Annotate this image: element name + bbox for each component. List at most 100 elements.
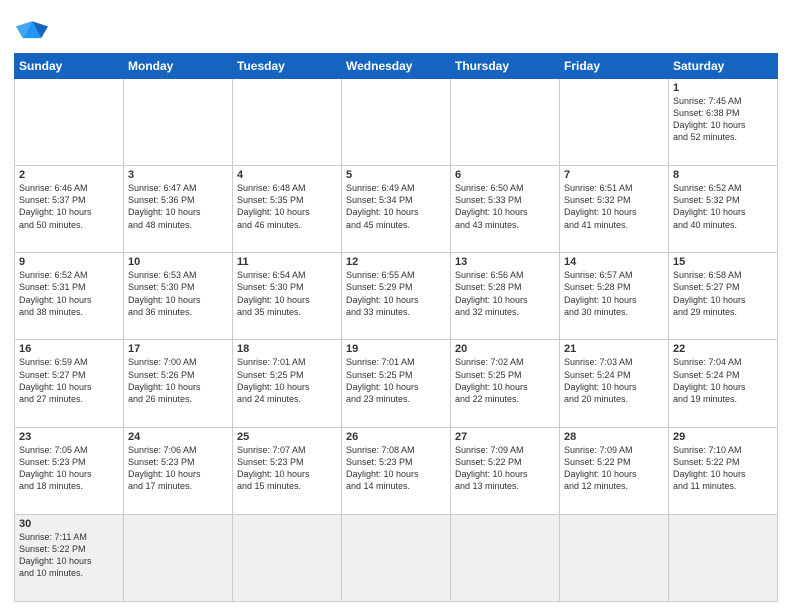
day-number: 23 [19, 431, 119, 443]
calendar-cell: 10Sunrise: 6:53 AM Sunset: 5:30 PM Dayli… [124, 253, 233, 340]
week-row-6: 30Sunrise: 7:11 AM Sunset: 5:22 PM Dayli… [15, 514, 778, 601]
calendar-cell [560, 79, 669, 166]
day-info: Sunrise: 7:05 AM Sunset: 5:23 PM Dayligh… [19, 444, 119, 493]
day-number: 9 [19, 256, 119, 268]
calendar-cell: 27Sunrise: 7:09 AM Sunset: 5:22 PM Dayli… [451, 427, 560, 514]
week-row-4: 16Sunrise: 6:59 AM Sunset: 5:27 PM Dayli… [15, 340, 778, 427]
calendar-cell: 25Sunrise: 7:07 AM Sunset: 5:23 PM Dayli… [233, 427, 342, 514]
calendar-cell: 14Sunrise: 6:57 AM Sunset: 5:28 PM Dayli… [560, 253, 669, 340]
day-info: Sunrise: 7:08 AM Sunset: 5:23 PM Dayligh… [346, 444, 446, 493]
calendar-cell: 4Sunrise: 6:48 AM Sunset: 5:35 PM Daylig… [233, 166, 342, 253]
day-info: Sunrise: 7:11 AM Sunset: 5:22 PM Dayligh… [19, 531, 119, 580]
calendar-cell [560, 514, 669, 601]
calendar-cell: 29Sunrise: 7:10 AM Sunset: 5:22 PM Dayli… [669, 427, 778, 514]
day-number: 8 [673, 169, 773, 181]
day-info: Sunrise: 7:45 AM Sunset: 6:38 PM Dayligh… [673, 95, 773, 144]
calendar-cell [233, 79, 342, 166]
day-number: 17 [128, 343, 228, 355]
weekday-monday: Monday [124, 54, 233, 79]
day-info: Sunrise: 6:50 AM Sunset: 5:33 PM Dayligh… [455, 182, 555, 231]
calendar-cell [124, 79, 233, 166]
calendar-cell [233, 514, 342, 601]
day-number: 29 [673, 431, 773, 443]
day-info: Sunrise: 7:09 AM Sunset: 5:22 PM Dayligh… [564, 444, 664, 493]
calendar-cell: 20Sunrise: 7:02 AM Sunset: 5:25 PM Dayli… [451, 340, 560, 427]
calendar-cell: 18Sunrise: 7:01 AM Sunset: 5:25 PM Dayli… [233, 340, 342, 427]
weekday-tuesday: Tuesday [233, 54, 342, 79]
day-number: 12 [346, 256, 446, 268]
calendar-cell: 6Sunrise: 6:50 AM Sunset: 5:33 PM Daylig… [451, 166, 560, 253]
calendar-cell: 13Sunrise: 6:56 AM Sunset: 5:28 PM Dayli… [451, 253, 560, 340]
day-number: 22 [673, 343, 773, 355]
day-info: Sunrise: 6:48 AM Sunset: 5:35 PM Dayligh… [237, 182, 337, 231]
day-number: 6 [455, 169, 555, 181]
day-number: 21 [564, 343, 664, 355]
calendar-cell: 5Sunrise: 6:49 AM Sunset: 5:34 PM Daylig… [342, 166, 451, 253]
day-number: 13 [455, 256, 555, 268]
day-number: 16 [19, 343, 119, 355]
calendar-cell: 3Sunrise: 6:47 AM Sunset: 5:36 PM Daylig… [124, 166, 233, 253]
day-number: 10 [128, 256, 228, 268]
week-row-5: 23Sunrise: 7:05 AM Sunset: 5:23 PM Dayli… [15, 427, 778, 514]
day-number: 2 [19, 169, 119, 181]
day-number: 19 [346, 343, 446, 355]
weekday-sunday: Sunday [15, 54, 124, 79]
day-info: Sunrise: 6:55 AM Sunset: 5:29 PM Dayligh… [346, 269, 446, 318]
calendar-cell: 19Sunrise: 7:01 AM Sunset: 5:25 PM Dayli… [342, 340, 451, 427]
day-number: 24 [128, 431, 228, 443]
day-number: 5 [346, 169, 446, 181]
day-number: 4 [237, 169, 337, 181]
calendar-cell [451, 514, 560, 601]
day-number: 15 [673, 256, 773, 268]
day-info: Sunrise: 7:04 AM Sunset: 5:24 PM Dayligh… [673, 356, 773, 405]
calendar-cell: 8Sunrise: 6:52 AM Sunset: 5:32 PM Daylig… [669, 166, 778, 253]
day-info: Sunrise: 6:51 AM Sunset: 5:32 PM Dayligh… [564, 182, 664, 231]
calendar-cell: 12Sunrise: 6:55 AM Sunset: 5:29 PM Dayli… [342, 253, 451, 340]
weekday-header-row: SundayMondayTuesdayWednesdayThursdayFrid… [15, 54, 778, 79]
day-number: 26 [346, 431, 446, 443]
calendar-cell [669, 514, 778, 601]
day-info: Sunrise: 7:09 AM Sunset: 5:22 PM Dayligh… [455, 444, 555, 493]
day-info: Sunrise: 6:53 AM Sunset: 5:30 PM Dayligh… [128, 269, 228, 318]
day-info: Sunrise: 6:46 AM Sunset: 5:37 PM Dayligh… [19, 182, 119, 231]
page: SundayMondayTuesdayWednesdayThursdayFrid… [0, 0, 792, 612]
calendar-cell: 2Sunrise: 6:46 AM Sunset: 5:37 PM Daylig… [15, 166, 124, 253]
day-info: Sunrise: 7:07 AM Sunset: 5:23 PM Dayligh… [237, 444, 337, 493]
calendar-cell: 26Sunrise: 7:08 AM Sunset: 5:23 PM Dayli… [342, 427, 451, 514]
calendar-header: SundayMondayTuesdayWednesdayThursdayFrid… [15, 54, 778, 79]
weekday-wednesday: Wednesday [342, 54, 451, 79]
calendar-cell: 21Sunrise: 7:03 AM Sunset: 5:24 PM Dayli… [560, 340, 669, 427]
day-number: 7 [564, 169, 664, 181]
day-info: Sunrise: 7:01 AM Sunset: 5:25 PM Dayligh… [237, 356, 337, 405]
day-info: Sunrise: 7:02 AM Sunset: 5:25 PM Dayligh… [455, 356, 555, 405]
day-info: Sunrise: 6:52 AM Sunset: 5:32 PM Dayligh… [673, 182, 773, 231]
weekday-saturday: Saturday [669, 54, 778, 79]
day-info: Sunrise: 6:49 AM Sunset: 5:34 PM Dayligh… [346, 182, 446, 231]
calendar-cell: 1Sunrise: 7:45 AM Sunset: 6:38 PM Daylig… [669, 79, 778, 166]
calendar-cell: 16Sunrise: 6:59 AM Sunset: 5:27 PM Dayli… [15, 340, 124, 427]
day-info: Sunrise: 7:03 AM Sunset: 5:24 PM Dayligh… [564, 356, 664, 405]
day-info: Sunrise: 6:58 AM Sunset: 5:27 PM Dayligh… [673, 269, 773, 318]
day-number: 27 [455, 431, 555, 443]
header [14, 10, 778, 47]
calendar-cell [342, 514, 451, 601]
day-number: 25 [237, 431, 337, 443]
calendar-cell [124, 514, 233, 601]
week-row-1: 1Sunrise: 7:45 AM Sunset: 6:38 PM Daylig… [15, 79, 778, 166]
day-info: Sunrise: 7:06 AM Sunset: 5:23 PM Dayligh… [128, 444, 228, 493]
week-row-3: 9Sunrise: 6:52 AM Sunset: 5:31 PM Daylig… [15, 253, 778, 340]
day-info: Sunrise: 6:57 AM Sunset: 5:28 PM Dayligh… [564, 269, 664, 318]
calendar-cell: 23Sunrise: 7:05 AM Sunset: 5:23 PM Dayli… [15, 427, 124, 514]
day-info: Sunrise: 7:00 AM Sunset: 5:26 PM Dayligh… [128, 356, 228, 405]
day-info: Sunrise: 6:59 AM Sunset: 5:27 PM Dayligh… [19, 356, 119, 405]
calendar-table: SundayMondayTuesdayWednesdayThursdayFrid… [14, 53, 778, 602]
calendar-cell: 11Sunrise: 6:54 AM Sunset: 5:30 PM Dayli… [233, 253, 342, 340]
day-number: 3 [128, 169, 228, 181]
day-number: 28 [564, 431, 664, 443]
day-number: 20 [455, 343, 555, 355]
day-number: 30 [19, 518, 119, 530]
day-info: Sunrise: 6:52 AM Sunset: 5:31 PM Dayligh… [19, 269, 119, 318]
calendar-cell [15, 79, 124, 166]
calendar-cell [451, 79, 560, 166]
calendar-cell: 17Sunrise: 7:00 AM Sunset: 5:26 PM Dayli… [124, 340, 233, 427]
